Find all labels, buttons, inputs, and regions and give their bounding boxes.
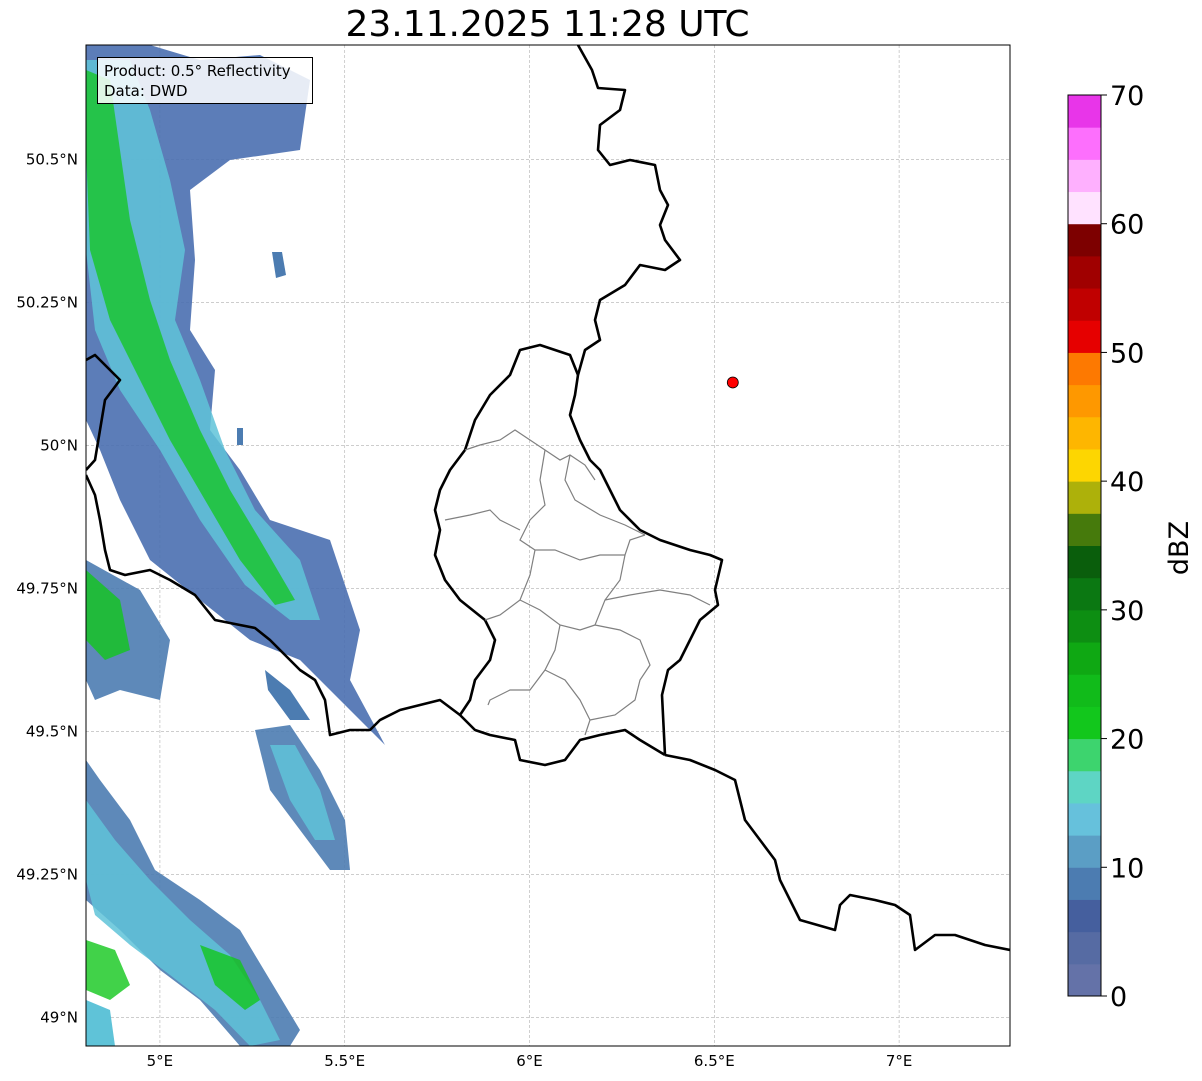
- colorbar-segment: [1068, 770, 1101, 804]
- colorbar-segment: [1068, 223, 1101, 257]
- colorbar-segment: [1068, 577, 1101, 611]
- colorbar-segment: [1068, 963, 1101, 997]
- radar-map: 5°E 5.5°E 6°E 6.5°E 7°E 49°N 49.25°N 49.5°N 49.7…: [16, 44, 1195, 1070]
- colorbar-segment: [1068, 95, 1101, 128]
- colorbar-segment: [1068, 384, 1101, 418]
- info-box: Product: 0.5° Reflectivity Data: DWD: [97, 57, 313, 104]
- colorbar-segment: [1068, 706, 1101, 740]
- colorbar-segment: [1068, 255, 1101, 289]
- colorbar-segment: [1068, 352, 1101, 386]
- colorbar-segment: [1068, 191, 1101, 225]
- colorbar-tick-label: 60: [1110, 210, 1144, 241]
- colorbar-segment: [1068, 320, 1101, 353]
- colorbar-segment: [1068, 159, 1101, 193]
- colorbar-segment: [1068, 931, 1101, 965]
- site-marker: [726, 376, 739, 389]
- colorbar-tick-label: 40: [1110, 467, 1144, 498]
- colorbar-segment: [1068, 802, 1101, 836]
- colorbar-tick-label: 0: [1110, 982, 1127, 1013]
- colorbar-segment: [1068, 448, 1101, 482]
- y-tick-label: 50.25°N: [16, 293, 78, 311]
- x-tick-label: 6.5°E: [694, 1052, 735, 1070]
- y-tick-label: 49.25°N: [16, 865, 78, 883]
- x-tick-label: 5.5°E: [324, 1052, 365, 1070]
- y-tick-label: 50°N: [40, 436, 78, 454]
- colorbar-tick-label: 10: [1110, 853, 1144, 884]
- colorbar-segment: [1068, 609, 1101, 643]
- colorbar-segment: [1068, 867, 1101, 900]
- y-tick-label: 49°N: [40, 1008, 78, 1026]
- colorbar-segment: [1068, 288, 1101, 321]
- colorbar-segment: [1068, 642, 1101, 675]
- colorbar-label: dBZ: [1164, 521, 1195, 575]
- info-data-source: Data: DWD: [104, 82, 188, 100]
- info-product: Product: 0.5° Reflectivity: [104, 62, 291, 80]
- colorbar-segment: [1068, 674, 1101, 707]
- colorbar-tick-label: 70: [1110, 81, 1144, 112]
- colorbar: 0 10 20 30 40 50 60 70 dBZ: [1067, 81, 1195, 1013]
- y-tick-label: 49.5°N: [26, 722, 78, 740]
- y-tick-label: 49.75°N: [16, 579, 78, 597]
- colorbar-segment: [1068, 545, 1101, 579]
- x-tick-label: 6°E: [516, 1052, 543, 1070]
- colorbar-tick-label: 50: [1110, 338, 1144, 369]
- x-tick-label: 7°E: [886, 1052, 913, 1070]
- radar-echo-isolated-2: [237, 428, 243, 445]
- colorbar-tick-label: 30: [1110, 596, 1144, 627]
- colorbar-segment: [1068, 481, 1101, 514]
- colorbar-segment: [1068, 835, 1101, 868]
- colorbar-segment: [1068, 738, 1101, 772]
- colorbar-segment: [1068, 899, 1101, 933]
- y-tick-label: 50.5°N: [26, 150, 78, 168]
- colorbar-segment: [1068, 416, 1101, 450]
- x-tick-label: 5°E: [147, 1052, 174, 1070]
- colorbar-segment: [1068, 127, 1101, 160]
- colorbar-tick-label: 20: [1110, 725, 1144, 756]
- colorbar-segment: [1068, 513, 1101, 546]
